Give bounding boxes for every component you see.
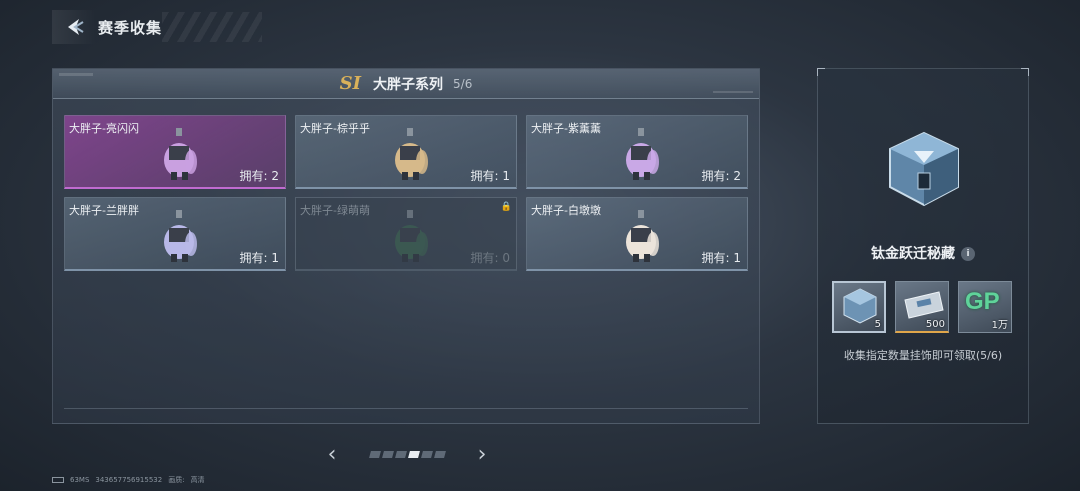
charm-figure-icon [388,210,432,264]
divider [64,408,748,409]
reward-title: 钛金跃迁秘藏 [871,246,955,262]
ping-value: 63MS [70,476,90,484]
page-indicator [368,450,446,458]
item-owned-count: 拥有: 1 [239,251,280,265]
reward-description: 收集指定数量挂饰即可领取(5/6) [843,349,1003,362]
series-count: 5/6 [453,76,473,91]
charm-figure-icon [157,128,201,182]
quality-label: 画质: [168,476,185,484]
charm-figure-icon [619,210,663,264]
quality-value: 高清 [190,476,205,484]
page-dot[interactable] [381,450,394,458]
reward-item-ticket[interactable]: 500 [895,281,949,333]
pagination: ‹ › [322,442,492,467]
item-card[interactable]: 大胖子-兰胖胖 拥有: 1 [64,197,286,271]
info-icon[interactable]: i [961,247,975,261]
item-card[interactable]: 大胖子-紫薰薰 拥有: 2 [526,115,748,189]
ticket-icon [904,291,944,319]
reward-qty: 500 [925,319,945,330]
charm-figure-icon [619,128,663,182]
user-id: 343657756915532 [95,476,163,484]
back-button[interactable] [52,10,96,44]
item-owned-count: 拥有: 1 [701,251,742,265]
header-decoration [713,91,753,93]
page-dot[interactable] [394,450,407,458]
item-name: 大胖子-紫薰薰 [531,122,601,135]
header-decoration [59,73,93,76]
corner-decoration [1021,68,1029,76]
page-dot[interactable] [407,450,420,458]
corner-decoration [817,68,825,76]
battery-icon [52,477,64,483]
season-badge: SI [339,73,362,94]
item-owned-count: 拥有: 1 [470,169,511,183]
page-dot[interactable] [368,450,381,458]
lock-icon: 🔒 [500,202,512,212]
item-owned-count: 拥有: 2 [239,169,280,183]
reward-item-chest[interactable]: 5 [832,281,886,333]
header-stripes-decoration [162,12,262,42]
item-name: 大胖子-绿萌萌 [300,204,370,217]
status-footer: 63MS 343657756915532 画质: 高清 [52,475,205,485]
item-name: 大胖子-白墩墩 [531,204,601,217]
next-page-icon[interactable]: › [472,442,492,467]
page-dot[interactable] [420,450,433,458]
item-name: 大胖子-棕乎乎 [300,122,370,135]
series-title: 大胖子系列 [373,76,444,93]
page-title: 赛季收集 [98,18,163,37]
top-bar: 赛季收集 [52,10,262,44]
item-card[interactable]: 大胖子-亮闪闪 拥有: 2 [64,115,286,189]
back-arrow-icon [68,19,84,35]
chest-icon [889,131,959,207]
page-dot[interactable] [433,450,446,458]
item-card[interactable]: 大胖子-白墩墩 拥有: 1 [526,197,748,271]
reward-qty: 5 [874,319,881,330]
charm-figure-icon [157,210,201,264]
item-owned-count: 拥有: 2 [701,169,742,183]
collection-panel: SI 大胖子系列 5/6 大胖子-亮闪闪 拥有: 2 大胖子-棕乎乎 拥有: 1… [52,68,760,424]
item-grid: 大胖子-亮闪闪 拥有: 2 大胖子-棕乎乎 拥有: 1 大胖子-紫薰薰 拥有: … [64,115,748,271]
reward-qty: 1万 [991,320,1008,331]
gp-icon: GP [965,288,1000,315]
charm-figure-icon [388,128,432,182]
reward-items: 5 500 GP 1万 [832,281,1012,333]
item-name: 大胖子-兰胖胖 [69,204,139,217]
item-owned-count: 拥有: 0 [470,251,511,265]
panel-header: SI 大胖子系列 5/6 [53,69,759,99]
item-name: 大胖子-亮闪闪 [69,122,139,135]
prev-page-icon[interactable]: ‹ [322,442,342,467]
reward-title-row: 钛金跃迁秘藏 i [818,243,1028,263]
item-card[interactable]: 大胖子-绿萌萌 🔒 拥有: 0 [295,197,517,271]
reward-item-gp[interactable]: GP 1万 [958,281,1012,333]
item-card[interactable]: 大胖子-棕乎乎 拥有: 1 [295,115,517,189]
reward-panel: 钛金跃迁秘藏 i 5 500 GP 1万 收集指定数量挂饰即可领取(5/6) [817,68,1029,424]
